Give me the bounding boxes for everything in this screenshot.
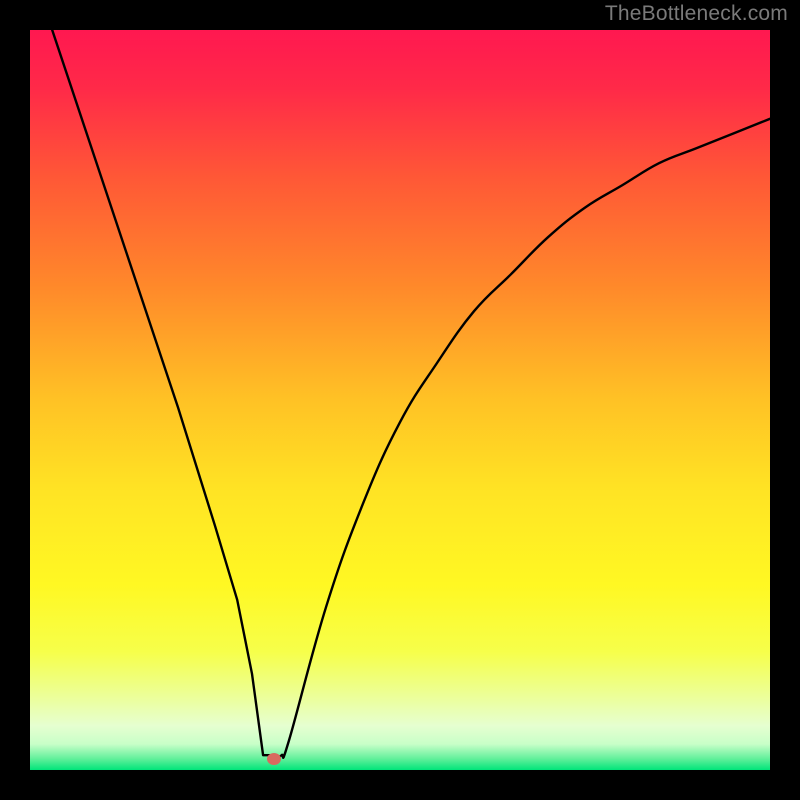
chart-frame: TheBottleneck.com bbox=[0, 0, 800, 800]
plot-area bbox=[30, 30, 770, 770]
watermark-text: TheBottleneck.com bbox=[605, 2, 788, 26]
bottleneck-curve bbox=[30, 30, 770, 770]
optimal-point-marker bbox=[267, 753, 281, 765]
